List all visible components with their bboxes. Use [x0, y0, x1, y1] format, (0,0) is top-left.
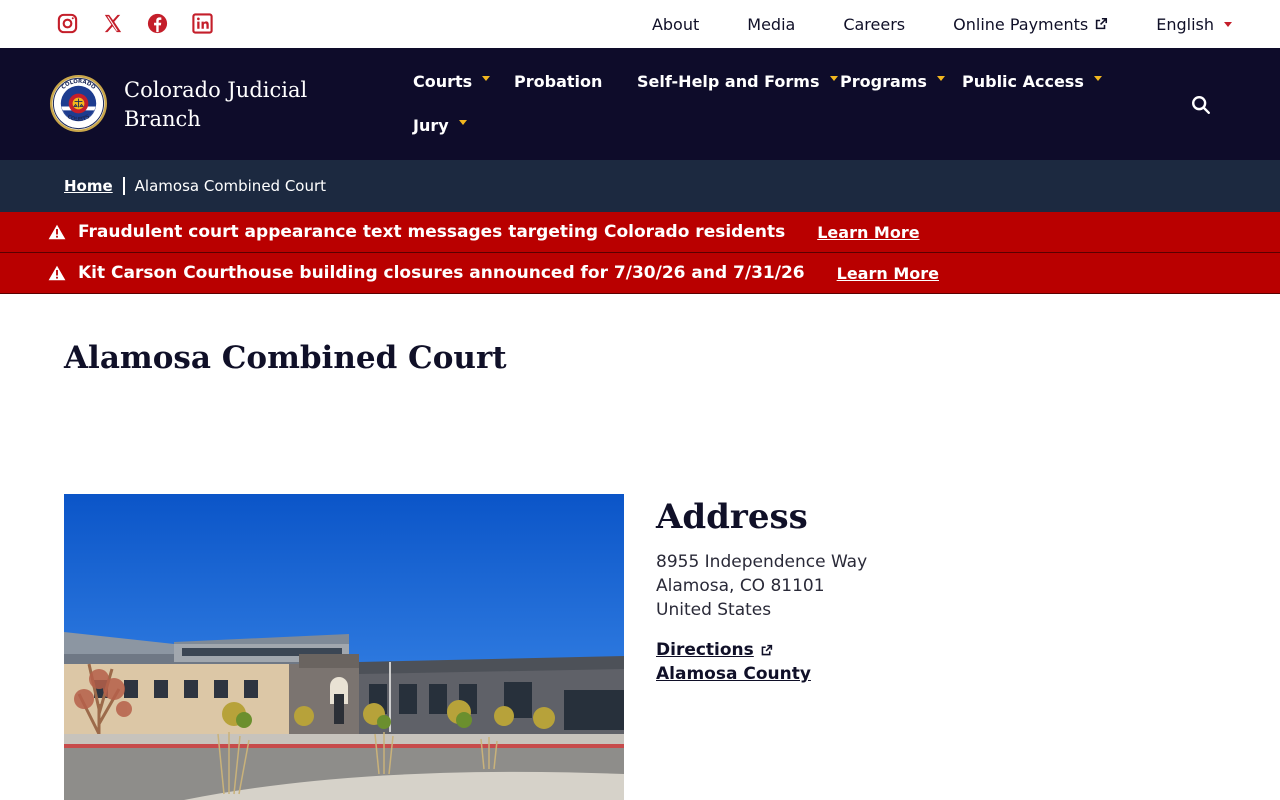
nav-courts-label: Courts [413, 72, 473, 91]
address-country: United States [656, 600, 772, 620]
nav-courts[interactable]: Courts [413, 72, 491, 91]
site-name[interactable]: Colorado Judicial Branch [124, 76, 344, 134]
nav-programs[interactable]: Programs [840, 72, 945, 91]
alert-banner: Fraudulent court appearance text message… [0, 212, 1280, 253]
breadcrumb-home-link[interactable]: Home [64, 177, 113, 195]
nav-public-access-label: Public Access [962, 72, 1084, 91]
chevron-down-icon [1093, 76, 1102, 81]
directions-link[interactable]: Directions [656, 640, 773, 660]
chevron-down-icon [829, 76, 838, 81]
nav-public-access[interactable]: Public Access [962, 72, 1102, 91]
language-selector[interactable]: English [1156, 15, 1232, 34]
breadcrumb-separator [122, 177, 125, 195]
alert-learn-more-link[interactable]: Learn More [817, 223, 919, 242]
directions-label: Directions [656, 640, 754, 660]
alert-learn-more-link[interactable]: Learn More [837, 264, 939, 283]
chevron-down-icon [482, 76, 491, 81]
breadcrumb-current: Alamosa Combined Court [134, 177, 327, 195]
nav-self-help-label: Self-Help and Forms [637, 72, 820, 91]
facebook-icon[interactable] [146, 12, 169, 35]
utility-bar: About Media Careers Online Payments Engl… [0, 0, 1280, 48]
online-payments-link[interactable]: Online Payments [953, 15, 1108, 34]
address-street: 8955 Independence Way [656, 552, 868, 572]
nav-self-help-forms[interactable]: Self-Help and Forms [637, 72, 838, 91]
linkedin-icon[interactable] [191, 12, 214, 35]
external-link-icon [760, 644, 773, 657]
social-links [56, 12, 214, 35]
alert-banner: Kit Carson Courthouse building closures … [0, 253, 1280, 294]
online-payments-label: Online Payments [953, 14, 1089, 34]
breadcrumb: Home Alamosa Combined Court [0, 160, 1280, 212]
language-label: English [1156, 14, 1214, 34]
external-link-icon [1094, 17, 1108, 31]
nav-programs-label: Programs [840, 72, 927, 91]
nav-jury[interactable]: Jury [413, 116, 467, 135]
about-link[interactable]: About [652, 15, 699, 34]
nav-jury-label: Jury [413, 116, 449, 135]
page-title: Alamosa Combined Court [64, 340, 507, 376]
warning-icon [48, 224, 66, 240]
warning-icon [48, 265, 66, 281]
media-link[interactable]: Media [747, 15, 795, 34]
alert-message: Fraudulent court appearance text message… [78, 222, 786, 242]
address-city-line: Alamosa, CO 81101 [656, 576, 825, 596]
instagram-icon[interactable] [56, 12, 79, 35]
nav-probation-label: Probation [514, 72, 603, 91]
nav-probation[interactable]: Probation [514, 72, 602, 91]
address-heading: Address [656, 497, 808, 537]
courthouse-photo [64, 494, 624, 800]
search-icon[interactable] [1190, 94, 1212, 116]
x-twitter-icon[interactable] [101, 12, 124, 35]
chevron-down-icon [1224, 21, 1232, 27]
chevron-down-icon [936, 76, 945, 81]
colorado-courts-seal-logo[interactable]: COLORADO COURTS [49, 74, 108, 133]
county-link[interactable]: Alamosa County [656, 664, 811, 684]
utility-links: About Media Careers Online Payments Engl… [652, 0, 1232, 48]
careers-link[interactable]: Careers [843, 15, 905, 34]
site-name-line-2: Branch [124, 107, 201, 131]
site-name-line-1: Colorado Judicial [124, 78, 308, 102]
alert-message: Kit Carson Courthouse building closures … [78, 263, 805, 283]
chevron-down-icon [458, 120, 467, 125]
main-navigation: COLORADO COURTS Colorado Judicial Branch… [0, 48, 1280, 160]
